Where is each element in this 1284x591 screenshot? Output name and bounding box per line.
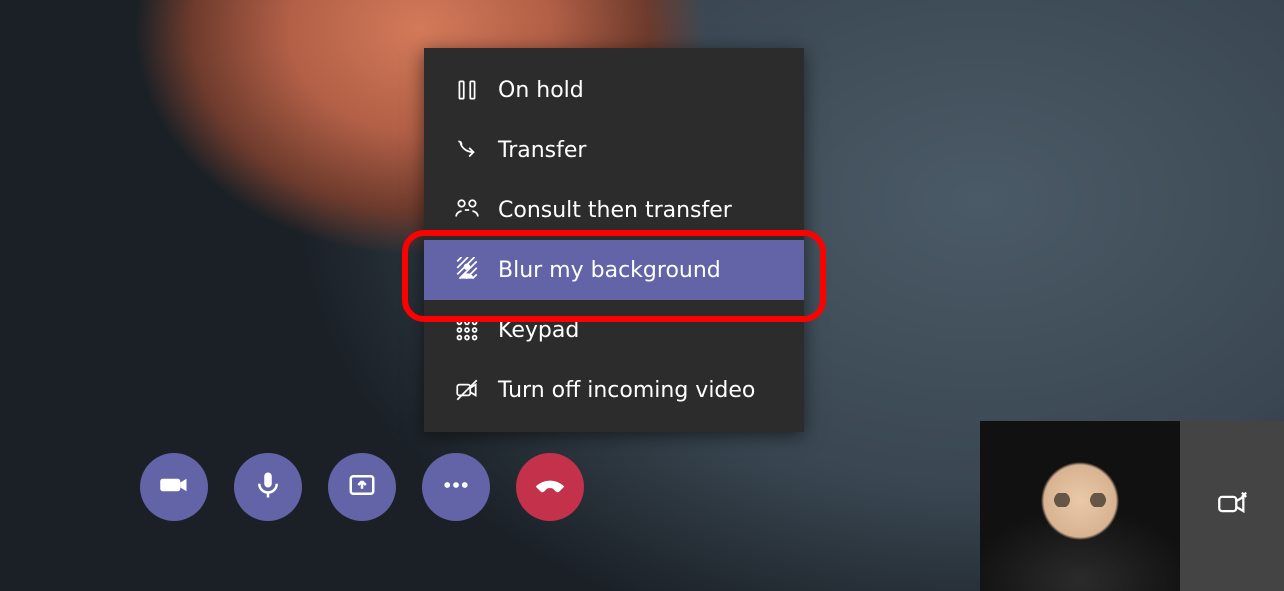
share-screen-icon <box>347 470 377 504</box>
ellipsis-icon <box>441 470 471 504</box>
menu-item-label: Blur my background <box>498 258 721 283</box>
microphone-icon <box>253 470 283 504</box>
camera-button[interactable] <box>140 453 208 521</box>
pause-icon <box>454 77 480 103</box>
menu-item-turn-off-incoming-video[interactable]: Turn off incoming video <box>424 360 804 420</box>
microphone-button[interactable] <box>234 453 302 521</box>
hangup-button[interactable] <box>516 453 584 521</box>
consult-transfer-icon <box>454 197 480 223</box>
popout-video-button[interactable] <box>1180 421 1284 591</box>
self-video[interactable] <box>980 421 1180 591</box>
share-screen-button[interactable] <box>328 453 396 521</box>
call-toolbar <box>140 453 584 521</box>
menu-item-transfer[interactable]: Transfer <box>424 120 804 180</box>
menu-item-on-hold[interactable]: On hold <box>424 60 804 120</box>
more-actions-menu: On hold Transfer Consult then transfer B… <box>424 48 804 432</box>
transfer-icon <box>454 137 480 163</box>
menu-item-blur-background[interactable]: Blur my background <box>424 240 804 300</box>
blur-background-icon <box>454 257 480 283</box>
menu-item-keypad[interactable]: Keypad <box>424 300 804 360</box>
self-view-panel <box>980 421 1284 591</box>
video-off-icon <box>454 377 480 403</box>
menu-item-label: Consult then transfer <box>498 198 732 223</box>
more-actions-button[interactable] <box>422 453 490 521</box>
menu-item-label: Keypad <box>498 318 579 343</box>
menu-item-label: Turn off incoming video <box>498 378 755 403</box>
menu-item-label: On hold <box>498 78 584 103</box>
camera-icon <box>159 470 189 504</box>
hangup-icon <box>531 466 569 508</box>
keypad-icon <box>454 317 480 343</box>
menu-item-label: Transfer <box>498 138 586 163</box>
menu-item-consult-transfer[interactable]: Consult then transfer <box>424 180 804 240</box>
popout-video-icon <box>1215 487 1249 525</box>
